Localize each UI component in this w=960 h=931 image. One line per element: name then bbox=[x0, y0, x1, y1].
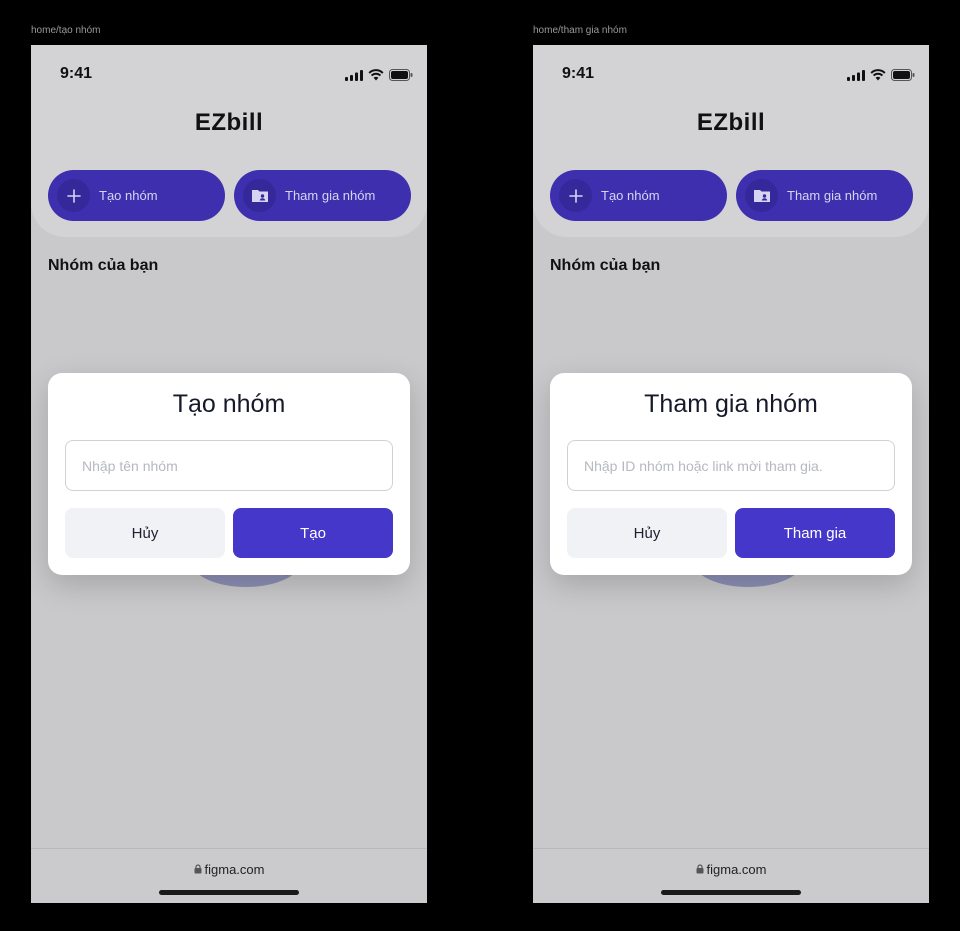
cellular-signal-icon bbox=[345, 68, 363, 86]
status-time: 9:41 bbox=[562, 65, 595, 82]
status-icons bbox=[847, 68, 915, 86]
join-group-button[interactable]: Tham gia nhóm bbox=[736, 170, 913, 221]
section-title: Nhóm của bạn bbox=[550, 257, 661, 274]
join-group-label: Tham gia nhóm bbox=[285, 188, 376, 203]
status-time: 9:41 bbox=[60, 65, 93, 82]
url-text: figma.com bbox=[204, 862, 265, 877]
create-group-button[interactable]: Tạo nhóm bbox=[48, 170, 225, 221]
app-title: EZbill bbox=[696, 109, 766, 136]
join-group-button[interactable]: Tham gia nhóm bbox=[234, 170, 411, 221]
create-group-button[interactable]: Tạo nhóm bbox=[550, 170, 727, 221]
status-icons bbox=[345, 68, 413, 86]
create-button[interactable]: Tạo bbox=[233, 508, 393, 558]
wifi-icon bbox=[870, 68, 886, 86]
modal-title: Tham gia nhóm bbox=[644, 390, 818, 418]
browser-bottom-bar: figma.com bbox=[533, 848, 929, 903]
battery-icon bbox=[389, 68, 413, 86]
lock-icon bbox=[696, 862, 704, 877]
folder-user-icon bbox=[745, 179, 778, 212]
join-group-label: Tham gia nhóm bbox=[787, 188, 878, 203]
lock-icon bbox=[194, 862, 202, 877]
app-title: EZbill bbox=[194, 109, 264, 136]
home-indicator[interactable] bbox=[159, 890, 299, 895]
url-display[interactable]: figma.com bbox=[533, 862, 929, 877]
cancel-button[interactable]: Hủy bbox=[567, 508, 727, 558]
browser-bottom-bar: figma.com bbox=[31, 848, 427, 903]
url-text: figma.com bbox=[706, 862, 767, 877]
phone-frame-join-group: 9:41 EZbill Tạo nhóm Tham gia nhóm Nhóm … bbox=[533, 45, 929, 903]
create-group-modal: Tạo nhóm Hủy Tạo bbox=[48, 373, 410, 575]
phone-frame-create-group: 9:41 EZbill Tạo nhóm Tham gia nhóm Nhóm … bbox=[31, 45, 427, 903]
join-button[interactable]: Tham gia bbox=[735, 508, 895, 558]
folder-user-icon bbox=[243, 179, 276, 212]
url-display[interactable]: figma.com bbox=[31, 862, 427, 877]
battery-icon bbox=[891, 68, 915, 86]
create-group-label: Tạo nhóm bbox=[601, 188, 660, 203]
plus-icon bbox=[559, 179, 592, 212]
section-title: Nhóm của bạn bbox=[48, 257, 159, 274]
create-group-label: Tạo nhóm bbox=[99, 188, 158, 203]
group-id-input[interactable] bbox=[567, 440, 895, 491]
wifi-icon bbox=[368, 68, 384, 86]
join-group-modal: Tham gia nhóm Hủy Tham gia bbox=[550, 373, 912, 575]
cancel-button[interactable]: Hủy bbox=[65, 508, 225, 558]
group-name-input[interactable] bbox=[65, 440, 393, 491]
plus-icon bbox=[57, 179, 90, 212]
home-indicator[interactable] bbox=[661, 890, 801, 895]
frame-label: home/tạo nhóm bbox=[31, 25, 101, 36]
frame-label: home/tham gia nhóm bbox=[533, 25, 627, 36]
cellular-signal-icon bbox=[847, 68, 865, 86]
modal-title: Tạo nhóm bbox=[172, 390, 286, 418]
